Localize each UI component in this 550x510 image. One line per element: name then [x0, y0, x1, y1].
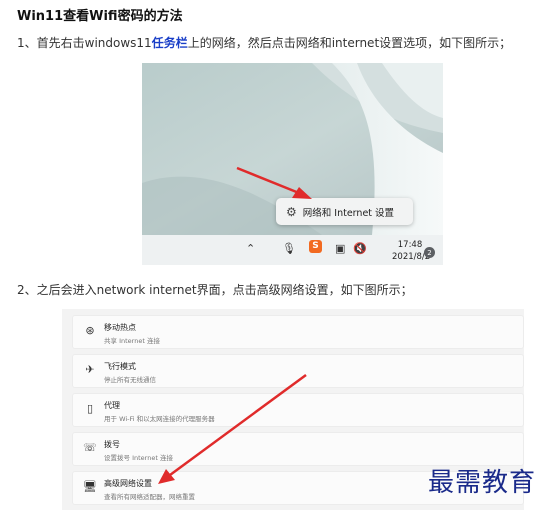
taskbar-screenshot: ⌃ 🎙 S ▣ 🔇 17:48 2021/8/2 2 ⚙ 网络和 Interne…: [142, 63, 443, 265]
article-title: Win11查看Wifi密码的方法: [17, 9, 183, 24]
pointer-arrow: [236, 166, 312, 199]
step-2-text: 2、之后会进入network internet界面，点击高级网络设置，如下图所示…: [17, 283, 413, 297]
step-1-suffix: 上的网络，然后点击网络和internet设置选项，如下图所示；: [187, 36, 512, 50]
step-1-prefix: 1、首先右击windows11: [17, 36, 152, 50]
taskbar-link[interactable]: 任务栏: [152, 36, 188, 50]
step-1-text: 1、首先右击windows11任务栏上的网络，然后点击网络和internet设置…: [17, 34, 511, 51]
watermark: 最需教育: [428, 468, 537, 498]
